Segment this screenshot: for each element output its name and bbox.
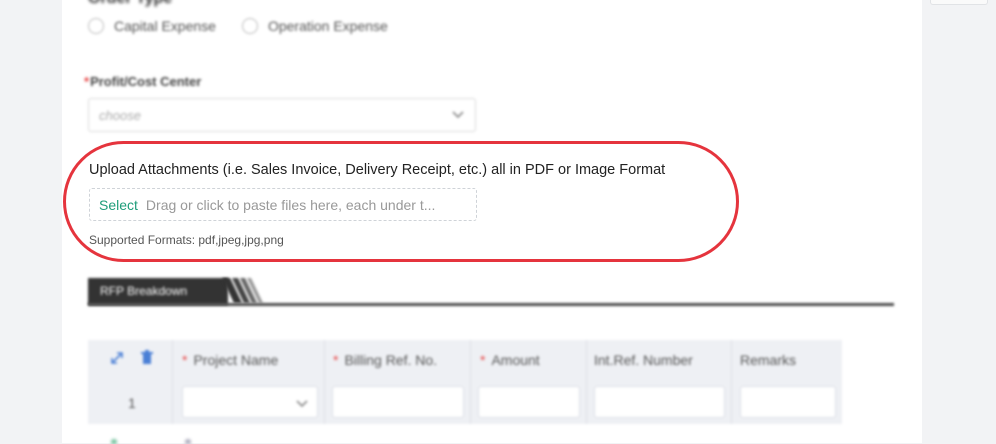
trash-icon[interactable] xyxy=(140,350,154,366)
required-marker: * xyxy=(480,352,486,368)
corner-control[interactable] xyxy=(930,0,988,5)
table-row: 1 xyxy=(88,382,842,424)
radio-capital-expense[interactable]: Capital Expense xyxy=(88,18,216,34)
chevron-down-icon xyxy=(296,400,308,408)
int-ref-input[interactable] xyxy=(594,386,725,418)
radio-circle-icon[interactable] xyxy=(88,18,104,34)
required-marker: * xyxy=(333,352,339,368)
section-heading: Order Type xyxy=(88,0,172,8)
required-marker: * xyxy=(182,352,188,368)
rfp-breakdown-tab: RFP Breakdown xyxy=(88,278,228,305)
amount-input[interactable] xyxy=(478,386,580,418)
row-number: 1 xyxy=(128,395,136,411)
profit-center-label-text: Profit/Cost Center xyxy=(90,74,202,89)
billing-ref-input[interactable] xyxy=(332,386,464,418)
required-marker: * xyxy=(84,74,90,89)
remarks-input[interactable] xyxy=(740,386,836,418)
side-gutter xyxy=(922,0,996,443)
expense-type-radio-group: Capital Expense Operation Expense xyxy=(88,18,414,34)
column-header-project-name: * Project Name xyxy=(182,352,278,368)
column-header-remarks: Remarks xyxy=(740,352,797,368)
column-header-amount: * Amount xyxy=(480,352,540,368)
section-divider xyxy=(88,303,894,306)
tab-stripes-decoration xyxy=(222,278,263,303)
project-name-select[interactable] xyxy=(182,386,318,418)
radio-label-operation: Operation Expense xyxy=(267,18,388,34)
column-header-int-ref: Int.Ref. Number xyxy=(594,352,693,368)
profit-center-label: *Profit/Cost Center xyxy=(84,74,201,89)
radio-operation-expense[interactable]: Operation Expense xyxy=(241,18,388,34)
column-label: Amount xyxy=(491,352,540,368)
profit-center-select[interactable]: choose xyxy=(88,98,476,132)
radio-circle-icon[interactable] xyxy=(241,18,258,34)
rfp-breakdown-table: * Project Name * Billing Ref. No. * Amount … xyxy=(88,340,842,424)
radio-label-capital: Capital Expense xyxy=(114,18,216,34)
expand-icon[interactable] xyxy=(110,351,124,365)
column-label: Billing Ref. No. xyxy=(344,352,438,368)
rfp-breakdown-tab-label: RFP Breakdown xyxy=(100,284,188,298)
column-header-billing-ref: * Billing Ref. No. xyxy=(333,352,437,368)
chevron-down-icon xyxy=(452,111,464,119)
select-placeholder: choose xyxy=(99,108,141,123)
table-header: * Project Name * Billing Ref. No. * Amount … xyxy=(88,340,842,380)
column-label: Project Name xyxy=(193,352,279,368)
highlight-annotation xyxy=(63,141,739,262)
